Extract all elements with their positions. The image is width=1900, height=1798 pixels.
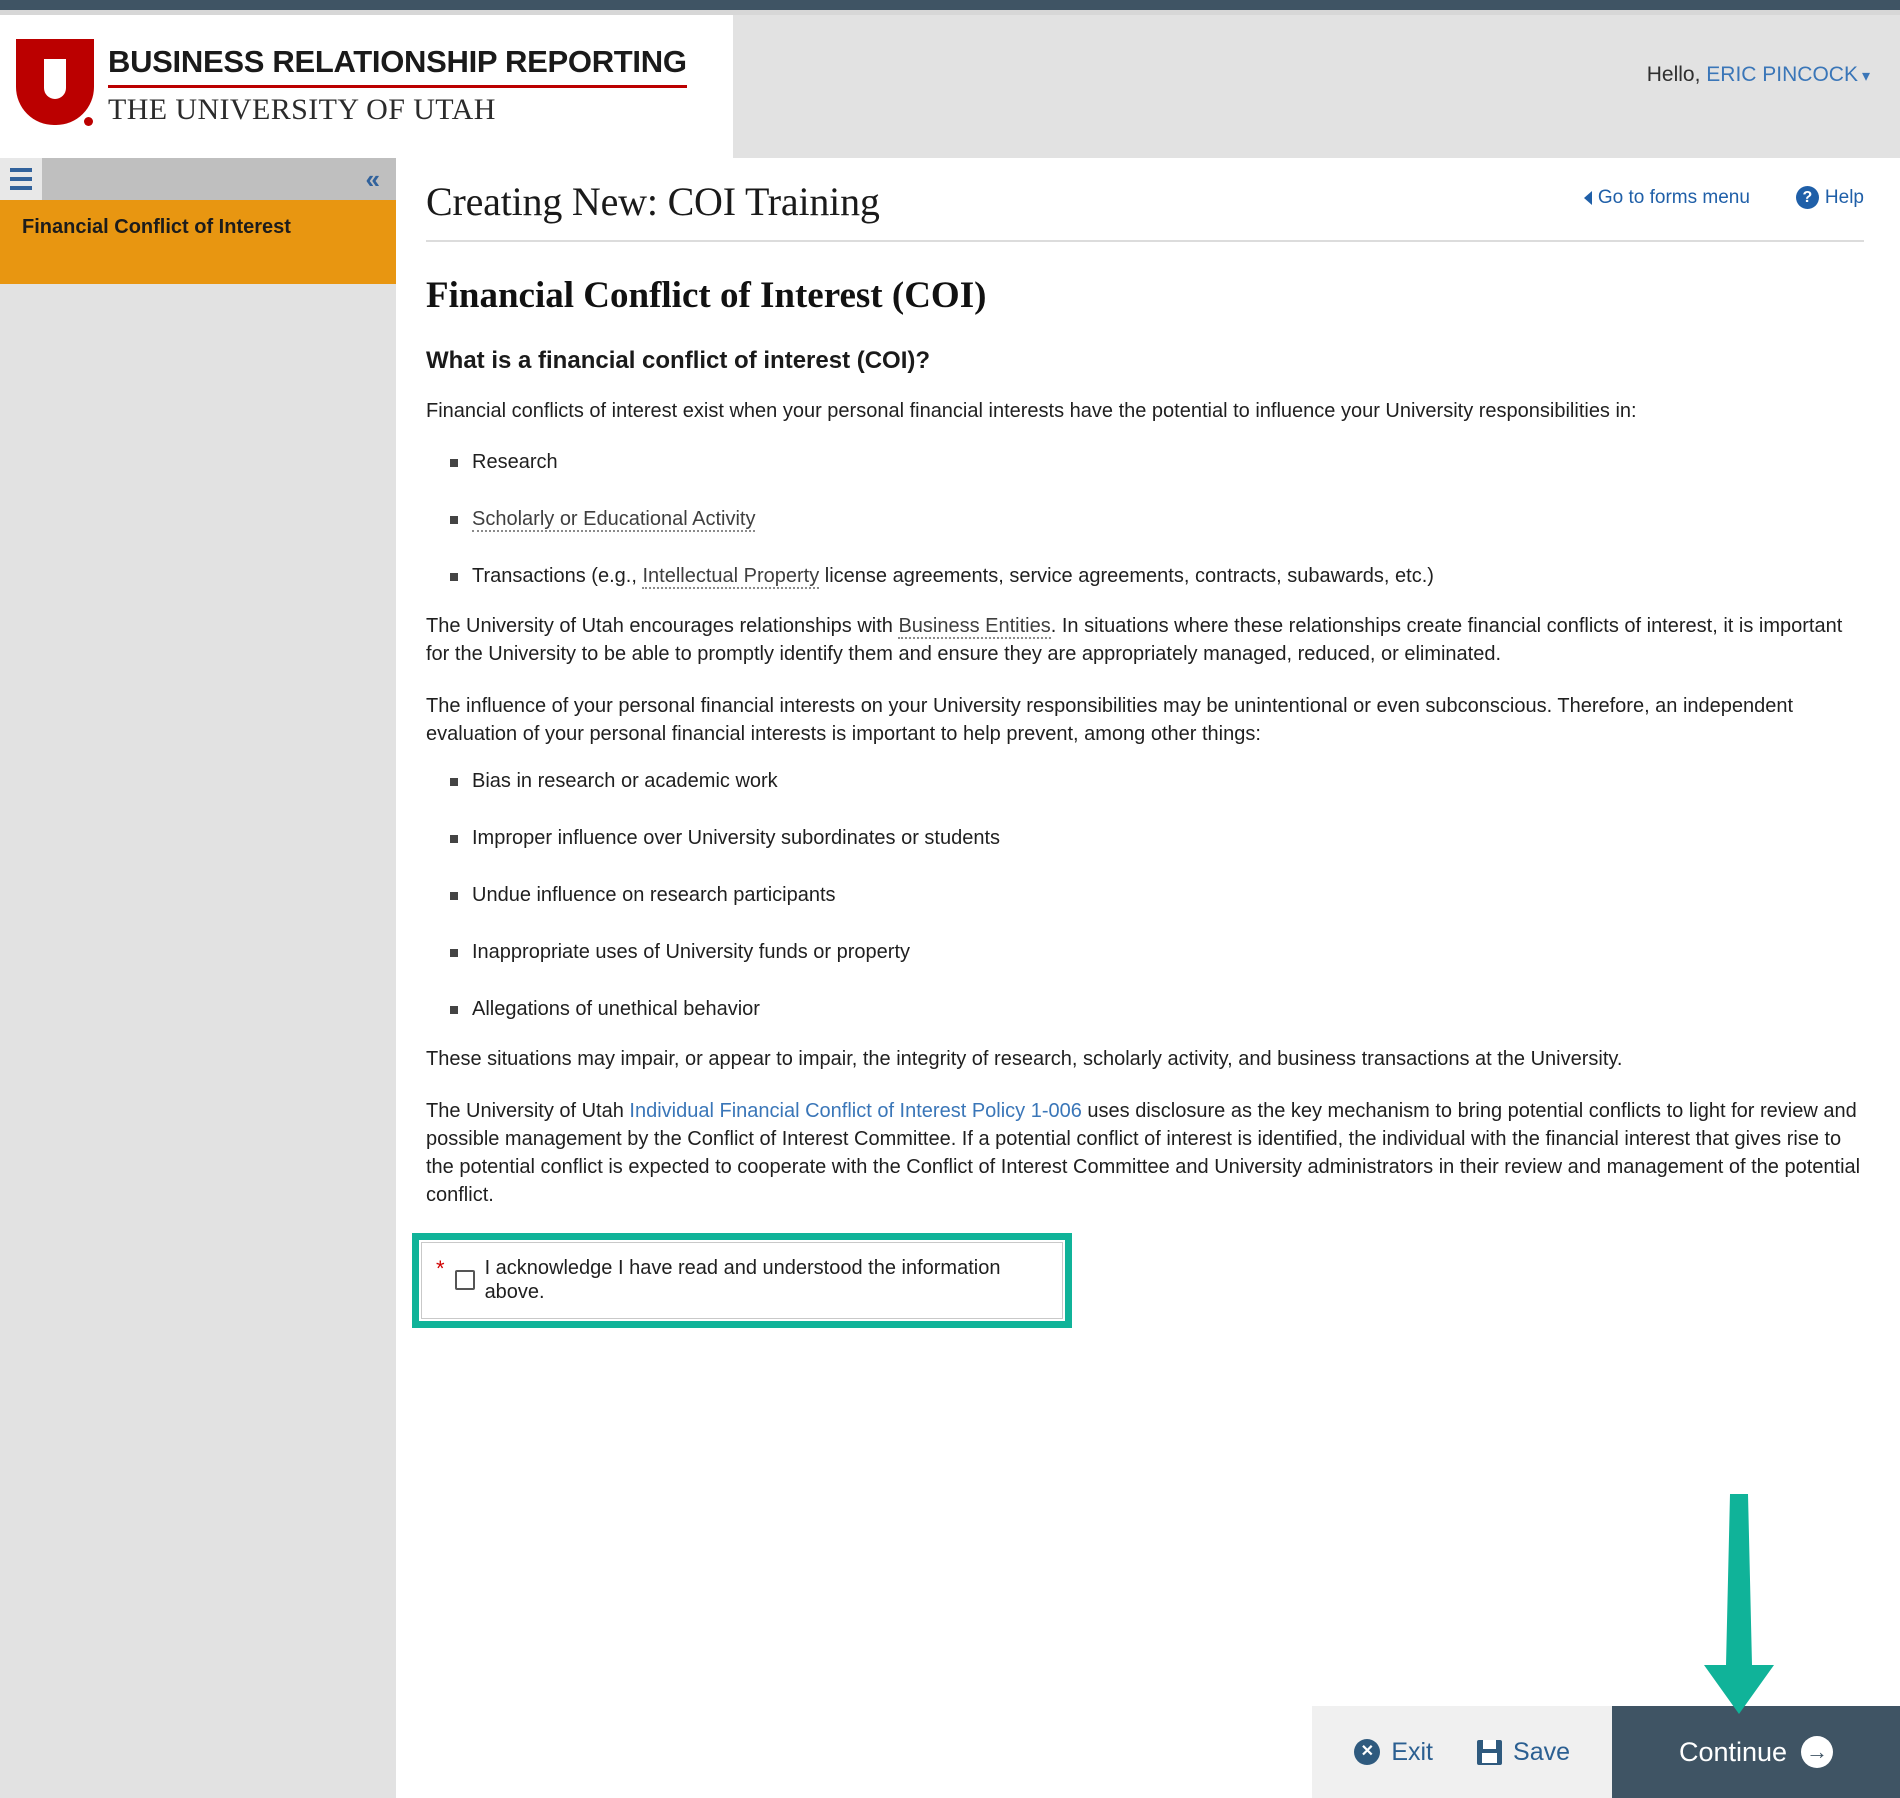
list-item-text: Allegations of unethical behavior (472, 998, 760, 1021)
list-item: Undue influence on research participants (450, 882, 1864, 909)
greeting-prefix: Hello, (1646, 63, 1701, 86)
hamburger-menu-icon[interactable] (0, 158, 42, 200)
go-to-forms-menu-label: Go to forms menu (1597, 186, 1750, 208)
list-item-text: Undue influence on research participants (472, 884, 836, 907)
section-title: Financial Conflict of Interest (COI) (426, 275, 987, 316)
sidebar-item-label: Financial Conflict of Interest (22, 216, 291, 238)
form-action-bar: ✕ Exit Save Continue → (1312, 1706, 1900, 1798)
responsibility-list: Research Scholarly or Educational Activi… (426, 449, 1864, 590)
list-item-text: Research (472, 451, 558, 474)
close-circle-icon: ✕ (1354, 1739, 1381, 1765)
collapse-sidebar-icon[interactable]: « (366, 166, 380, 192)
policy-1-006-link[interactable]: Individual Financial Conflict of Interes… (629, 1100, 1081, 1122)
sidebar-item-financial-conflict-of-interest[interactable]: Financial Conflict of Interest (0, 200, 396, 284)
form-body: Financial Conflict of Interest (COI) Wha… (396, 242, 1900, 1329)
user-name: ERIC PINCOCK (1706, 63, 1858, 86)
logo-title: BUSINESS RELATIONSHIP REPORTING (108, 44, 687, 80)
paragraph-business-entities: The University of Utah encourages relati… (426, 612, 1864, 668)
acknowledgment-highlight-box: * I acknowledge I have read and understo… (412, 1233, 1072, 1329)
question-heading: What is a financial conflict of interest… (426, 346, 931, 374)
tooltip-link-scholarly-activity[interactable]: Scholarly or Educational Activity (472, 508, 756, 533)
list-item: Research (450, 449, 1864, 476)
paragraph-part-a: The University of Utah encourages relati… (426, 615, 899, 638)
acknowledgment-label[interactable]: I acknowledge I have read and understood… (485, 1256, 1048, 1304)
tooltip-link-business-entities[interactable]: Business Entities (898, 615, 1051, 640)
list-item-text: Improper influence over University subor… (472, 827, 1001, 850)
question-circle-icon: ? (1795, 186, 1819, 209)
list-item-suffix: license agreements, service agreements, … (819, 565, 1434, 588)
content-header: Creating New: COI Training Go to forms m… (396, 158, 1900, 224)
paragraph-policy: The University of Utah Individual Financ… (426, 1097, 1864, 1209)
form-content-panel: Creating New: COI Training Go to forms m… (396, 158, 1900, 1798)
list-item-prefix: Transactions (e.g., (472, 565, 643, 588)
secondary-actions: ✕ Exit Save (1312, 1706, 1612, 1798)
list-item: Improper influence over University subor… (450, 825, 1864, 852)
intro-paragraph: Financial conflicts of interest exist wh… (426, 400, 1637, 423)
paragraph-influence: The influence of your personal financial… (426, 695, 1794, 746)
sidebar: « Financial Conflict of Interest (0, 158, 396, 1798)
tooltip-link-intellectual-property[interactable]: Intellectual Property (642, 565, 820, 590)
brand-logo[interactable]: BUSINESS RELATIONSHIP REPORTING THE UNIV… (0, 15, 733, 158)
list-item-text: Bias in research or academic work (472, 770, 778, 793)
floppy-disk-icon (1477, 1739, 1503, 1765)
save-button[interactable]: Save (1477, 1738, 1570, 1767)
site-header: BUSINESS RELATIONSHIP REPORTING THE UNIV… (0, 15, 1900, 158)
prevention-list: Bias in research or academic work Improp… (426, 768, 1864, 1023)
list-item: Inappropriate uses of University funds o… (450, 939, 1864, 966)
logo-subtitle: THE UNIVERSITY OF UTAH (108, 92, 496, 126)
list-item: Allegations of unethical behavior (450, 996, 1864, 1023)
u-logo-icon (16, 38, 94, 135)
list-item-text: Inappropriate uses of University funds o… (472, 941, 910, 964)
continue-label: Continue (1678, 1736, 1788, 1767)
arrow-right-circle-icon: → (1801, 1736, 1834, 1768)
paragraph-impair: These situations may impair, or appear t… (426, 1048, 1623, 1071)
policy-part-a: The University of Utah (426, 1100, 630, 1123)
continue-button[interactable]: Continue → (1612, 1706, 1900, 1798)
sidebar-toolbar: « (0, 158, 396, 200)
triangle-left-icon (1583, 190, 1592, 205)
required-marker: * (436, 1256, 445, 1282)
chevron-down-icon: ▾ (1861, 68, 1870, 85)
acknowledgment-checkbox[interactable] (454, 1270, 475, 1291)
help-link[interactable]: ? Help (1795, 186, 1864, 209)
list-item: Transactions (e.g., Intellectual Propert… (450, 563, 1864, 590)
list-item: Bias in research or academic work (450, 768, 1864, 795)
exit-button[interactable]: ✕ Exit (1354, 1738, 1433, 1767)
content-header-links: Go to forms menu ? Help (1583, 186, 1864, 209)
logo-divider (108, 84, 687, 88)
go-to-forms-menu-link[interactable]: Go to forms menu (1583, 186, 1750, 209)
window-top-bar (0, 0, 1900, 10)
help-label: Help (1824, 186, 1864, 208)
save-label: Save (1513, 1737, 1570, 1766)
user-menu[interactable]: Hello, ERIC PINCOCK ▾ (1647, 63, 1870, 87)
list-item: Scholarly or Educational Activity (450, 506, 1864, 533)
acknowledgment-row[interactable]: * I acknowledge I have read and understo… (421, 1242, 1063, 1320)
app-root: BUSINESS RELATIONSHIP REPORTING THE UNIV… (0, 0, 1900, 1798)
exit-label: Exit (1391, 1737, 1434, 1766)
